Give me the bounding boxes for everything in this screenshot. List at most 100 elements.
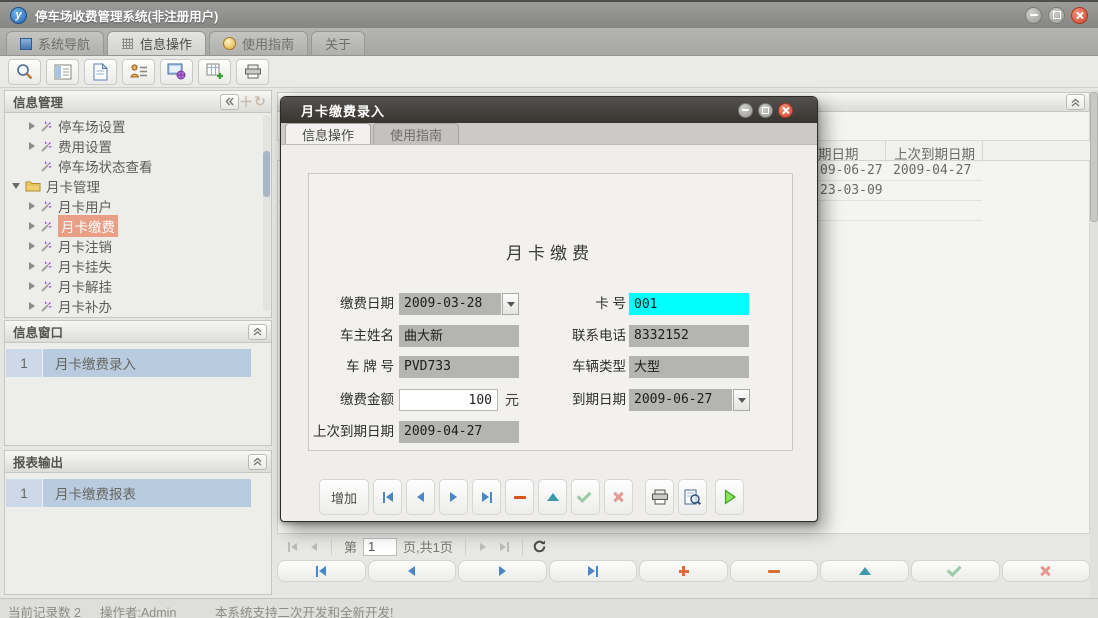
printer-button[interactable] — [236, 59, 269, 85]
main-collapse-button[interactable] — [1066, 94, 1085, 110]
owner-name-value[interactable]: 曲大新 — [399, 325, 519, 347]
tree-item-monthly-card-management[interactable]: 月卡管理 — [5, 176, 271, 196]
tree-item-monthly-card-loss[interactable]: 月卡挂失 — [5, 256, 271, 276]
edit-record-button[interactable] — [820, 560, 909, 582]
tree-item-fee-setup[interactable]: 费用设置 — [5, 136, 271, 156]
pay-date-dropdown-button[interactable] — [502, 293, 519, 315]
last-page-button[interactable] — [494, 538, 516, 556]
dialog-close-button[interactable] — [778, 103, 793, 118]
column-header-last-expire-date[interactable]: 上次到期日期 — [894, 143, 975, 163]
prev-record-icon — [408, 566, 415, 576]
collapse-up-button[interactable] — [248, 324, 267, 340]
info-window-row[interactable]: 1 月卡缴费录入 — [6, 349, 251, 377]
refresh-tree-icon[interactable]: ↻ — [253, 93, 267, 110]
next-page-button[interactable] — [472, 538, 494, 556]
expand-arrow-icon[interactable] — [29, 122, 35, 130]
expire-date-value[interactable]: 2009-06-27 — [629, 389, 732, 411]
tab-about[interactable]: 关于 — [311, 31, 365, 55]
collapse-arrow-icon[interactable] — [12, 183, 20, 189]
main-scrollbar-thumb[interactable] — [1090, 92, 1098, 222]
expand-arrow-icon[interactable] — [29, 282, 35, 290]
edit-record-button[interactable] — [538, 479, 567, 515]
pay-date-value[interactable]: 2009-03-28 — [399, 293, 501, 315]
check-icon — [577, 488, 592, 503]
tree-item-monthly-card-cancel[interactable]: 月卡注销 — [5, 236, 271, 256]
refresh-button[interactable] — [529, 538, 551, 556]
first-record-button[interactable] — [373, 479, 402, 515]
new-document-button[interactable] — [84, 59, 117, 85]
page-prefix-label: 第 — [344, 537, 357, 556]
close-button[interactable] — [1071, 7, 1088, 24]
expand-arrow-icon[interactable] — [29, 302, 35, 310]
report-output-row[interactable]: 1 月卡缴费报表 — [6, 479, 251, 507]
expire-date-dropdown-button[interactable] — [733, 389, 750, 411]
collapse-left-button[interactable] — [220, 94, 239, 110]
dialog-tab-user-guide[interactable]: 使用指南 — [373, 123, 459, 144]
cancel-button[interactable] — [604, 479, 633, 515]
info-window-header: 信息窗口 — [5, 321, 271, 343]
tree-item-parking-status[interactable]: 停车场状态查看 — [5, 156, 271, 176]
expand-arrow-icon[interactable] — [29, 202, 35, 210]
user-list-button[interactable] — [122, 59, 155, 85]
tree-item-monthly-card-pay[interactable]: 月卡缴费 — [5, 216, 271, 236]
expand-arrow-icon[interactable] — [29, 262, 35, 270]
card-no-input[interactable] — [629, 293, 749, 315]
confirm-button[interactable] — [571, 479, 600, 515]
dialog-tab-info-operation[interactable]: 信息操作 — [285, 123, 371, 144]
maximize-button[interactable] — [1048, 7, 1065, 24]
prev-record-button[interactable] — [406, 479, 435, 515]
prev-page-button[interactable] — [303, 538, 325, 556]
tree-scrollbar-thumb[interactable] — [263, 151, 270, 197]
add-button[interactable]: 增加 — [319, 479, 369, 515]
tree-item-label: 月卡挂失 — [58, 256, 112, 276]
phone-value[interactable]: 8332152 — [629, 325, 749, 347]
dialog-minimize-button[interactable] — [738, 103, 753, 118]
search-button[interactable] — [8, 59, 41, 85]
first-page-button[interactable] — [281, 538, 303, 556]
chevrons-left-icon — [224, 96, 235, 107]
next-record-button[interactable] — [458, 560, 547, 582]
tab-system-navigation[interactable]: 系统导航 — [6, 31, 104, 55]
expand-arrow-icon[interactable] — [29, 142, 35, 150]
amount-input[interactable] — [399, 389, 498, 411]
print-preview-button[interactable] — [678, 479, 707, 515]
next-record-button[interactable] — [439, 479, 468, 515]
last-record-button[interactable] — [549, 560, 638, 582]
expand-arrow-icon[interactable] — [29, 242, 35, 250]
page-number-input[interactable] — [363, 538, 397, 556]
delete-record-button[interactable] — [505, 479, 534, 515]
add-node-icon[interactable]: ＋ — [239, 92, 253, 112]
first-record-button[interactable] — [277, 560, 366, 582]
cancel-button[interactable] — [1002, 560, 1091, 582]
dialog-maximize-button[interactable] — [758, 103, 773, 118]
table-add-button[interactable] — [198, 59, 231, 85]
tree-item-parking-setup[interactable]: 停车场设置 — [5, 116, 271, 136]
prev-record-button[interactable] — [368, 560, 457, 582]
main-scrollbar[interactable] — [1090, 90, 1098, 598]
tree-item-monthly-card-unloss[interactable]: 月卡解挂 — [5, 276, 271, 296]
monitor-view-button[interactable] — [160, 59, 193, 85]
tab-user-guide[interactable]: 使用指南 — [209, 31, 308, 55]
delete-record-button[interactable] — [730, 560, 819, 582]
wand-icon — [40, 140, 53, 153]
expand-arrow-icon[interactable] — [29, 222, 35, 230]
tree-item-monthly-card-user[interactable]: 月卡用户 — [5, 196, 271, 216]
wand-icon — [40, 120, 53, 133]
run-button[interactable] — [715, 479, 744, 515]
confirm-button[interactable] — [911, 560, 1000, 582]
print-button[interactable] — [645, 479, 674, 515]
row-label: 月卡缴费录入 — [43, 349, 251, 377]
plate-no-value[interactable]: PVD733 — [399, 356, 519, 378]
tree-item-monthly-card-reissue[interactable]: 月卡补办 — [5, 296, 271, 316]
column-header-expire-date[interactable]: 期日期 — [818, 143, 859, 163]
tree-scrollbar[interactable] — [263, 115, 270, 311]
minimize-button[interactable] — [1025, 7, 1042, 24]
add-record-button[interactable] — [639, 560, 728, 582]
vehicle-type-value[interactable]: 大型 — [629, 356, 749, 378]
collapse-up-button[interactable] — [248, 454, 267, 470]
form-view-button[interactable] — [46, 59, 79, 85]
last-record-button[interactable] — [472, 479, 501, 515]
tab-info-operation[interactable]: 信息操作 — [107, 31, 206, 55]
main-toolbar — [0, 56, 1098, 88]
last-expire-value[interactable]: 2009-04-27 — [399, 421, 519, 443]
